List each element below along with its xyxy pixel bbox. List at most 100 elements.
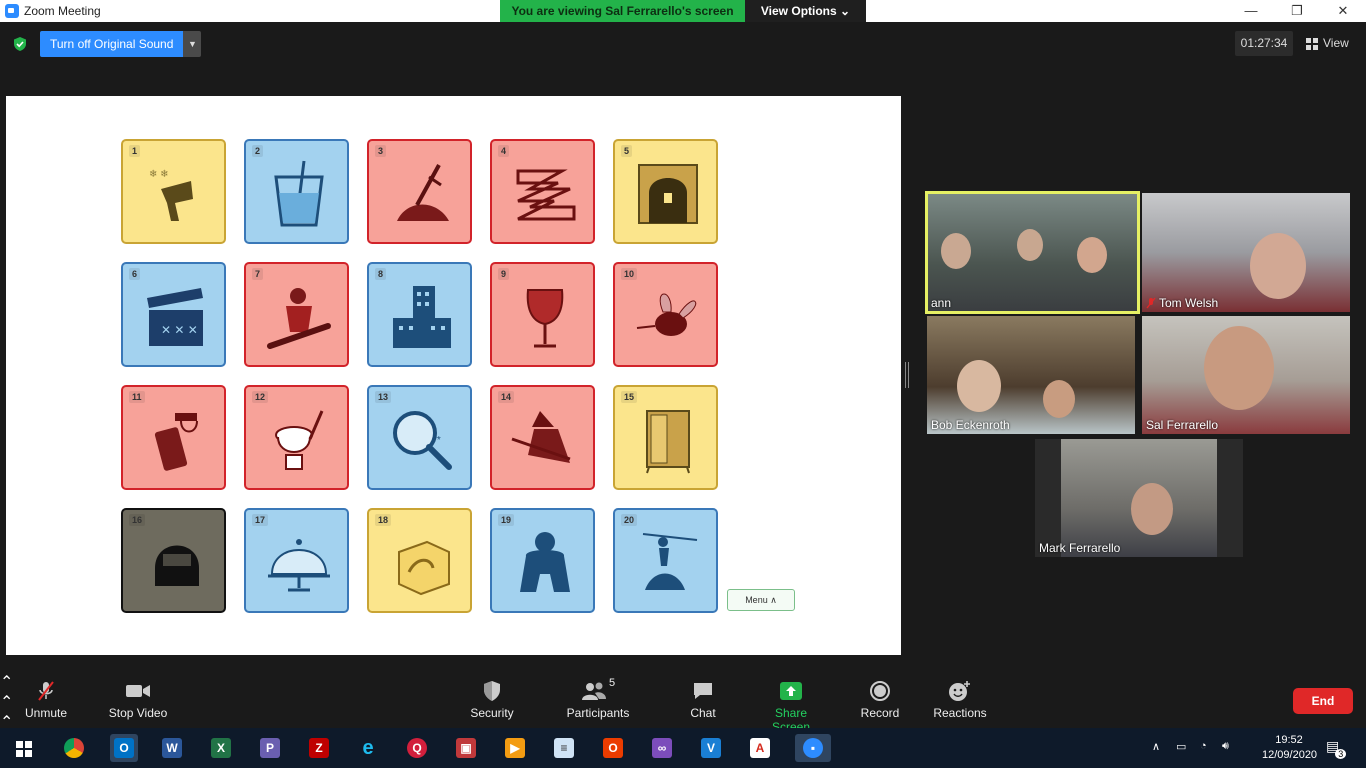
acrobat-app[interactable]: A: [746, 734, 774, 762]
record-icon: [870, 681, 890, 701]
helmet-icon: [155, 545, 199, 586]
board-tile-18[interactable]: 18: [367, 508, 472, 613]
video-tile-sal-ferrarello[interactable]: Sal Ferrarello: [1142, 316, 1350, 434]
media-player-app[interactable]: ▶: [501, 734, 529, 762]
quicken-app[interactable]: Q: [403, 734, 431, 762]
window-title: Zoom Meeting: [24, 4, 101, 18]
end-meeting-button[interactable]: End: [1293, 688, 1353, 714]
stop-video-label: Stop Video: [108, 706, 168, 720]
board-tile-4[interactable]: 4: [490, 139, 595, 244]
bee-icon: [636, 293, 697, 336]
video-tile-ann[interactable]: ann: [925, 191, 1140, 314]
minimize-button[interactable]: —: [1228, 0, 1274, 22]
participant-face: [1077, 237, 1107, 273]
board-tile-16[interactable]: 16: [121, 508, 226, 613]
board-tile-14[interactable]: 14: [490, 385, 595, 490]
participant-name: Sal Ferrarello: [1146, 418, 1218, 432]
board-tile-5[interactable]: 5: [613, 139, 718, 244]
board-tile-17[interactable]: 17: [244, 508, 349, 613]
participant-face: [1017, 229, 1043, 261]
chat-button[interactable]: Chat: [684, 680, 722, 720]
stop-video-button[interactable]: Stop Video: [105, 680, 171, 720]
original-sound-control: Turn off Original Sound ▼: [40, 31, 202, 57]
svg-text:❄ ❄: ❄ ❄: [149, 169, 169, 180]
board-tile-12[interactable]: 12: [244, 385, 349, 490]
reactions-label: Reactions: [933, 706, 987, 720]
visual-studio-icon: ∞: [652, 738, 672, 758]
excel-app[interactable]: X: [207, 734, 235, 762]
filezilla-icon: Z: [309, 738, 329, 758]
view-options-button[interactable]: View Options ⌄: [745, 0, 866, 22]
menu-button[interactable]: Menu ∧: [727, 589, 795, 611]
audio-options-caret-icon[interactable]: ⌃: [0, 672, 1366, 692]
taskbar-clock[interactable]: 19:52 12/09/2020: [1262, 733, 1317, 763]
close-button[interactable]: ✕: [1320, 0, 1366, 22]
participants-icon: [581, 682, 606, 700]
view-button[interactable]: View: [1306, 31, 1349, 56]
participant-name: Mark Ferrarello: [1039, 541, 1120, 555]
grid-view-icon: [1306, 37, 1318, 50]
unmute-button[interactable]: Unmute: [18, 680, 74, 720]
board-tile-20[interactable]: 20: [613, 508, 718, 613]
vmware-app[interactable]: V: [697, 734, 725, 762]
board-tile-2[interactable]: 2: [244, 139, 349, 244]
witch-broom-icon: [511, 411, 571, 463]
security-shield-icon: [484, 681, 500, 701]
photo-gallery-app[interactable]: ▣: [452, 734, 480, 762]
video-tile-tom-welsh[interactable]: Tom Welsh: [1142, 193, 1350, 312]
participant-face: [1250, 233, 1306, 299]
chrome-app[interactable]: [60, 734, 88, 762]
chrome-icon: [64, 738, 84, 758]
panel-splitter-handle[interactable]: [905, 362, 909, 388]
muted-mic-icon: [1146, 297, 1156, 309]
security-button[interactable]: Security: [466, 680, 518, 720]
internet-explorer-icon: e: [362, 737, 374, 759]
filezilla-app[interactable]: Z: [305, 734, 333, 762]
board-tile-19[interactable]: 19: [490, 508, 595, 613]
start-button[interactable]: [10, 734, 38, 762]
snowboarder-icon: [267, 288, 331, 349]
visual-studio-app[interactable]: ∞: [648, 734, 676, 762]
video-tile-bob-eckenroth[interactable]: Bob Eckenroth: [927, 316, 1135, 434]
board-tile-10[interactable]: 10: [613, 262, 718, 367]
outlook-app[interactable]: O: [110, 734, 138, 762]
volume-icon[interactable]: 🔊︎: [1222, 740, 1229, 768]
board-tile-6[interactable]: 6 ✕ ✕ ✕: [121, 262, 226, 367]
record-label: Record: [860, 706, 900, 720]
participants-button[interactable]: 5 Participants: [565, 677, 631, 720]
notepad-app[interactable]: ≡: [550, 734, 578, 762]
board-tile-9[interactable]: 9: [490, 262, 595, 367]
board-tile-13[interactable]: 13 **: [367, 385, 472, 490]
show-hidden-icons-chevron-icon[interactable]: ∧: [1152, 740, 1160, 768]
video-options-caret-icon[interactable]: ⌃: [0, 692, 1366, 712]
tile-number: 15: [621, 391, 638, 403]
tile-number: 18: [375, 514, 392, 526]
zoom-app[interactable]: ▪: [795, 734, 831, 762]
board-tile-1[interactable]: 1 ❄ ❄: [121, 139, 226, 244]
board-tile-7[interactable]: 7: [244, 262, 349, 367]
original-sound-button[interactable]: Turn off Original Sound: [40, 31, 184, 57]
magnifier-icon: **: [393, 411, 452, 470]
reactions-button[interactable]: Reactions: [931, 680, 989, 720]
encryption-shield-icon[interactable]: [12, 36, 28, 52]
wardrobe-icon: [646, 410, 690, 474]
record-button[interactable]: Record: [858, 680, 902, 720]
board-tile-3[interactable]: 3: [367, 139, 472, 244]
share-screen-button[interactable]: Share Screen: [755, 680, 827, 734]
publisher-icon: P: [260, 738, 280, 758]
internet-explorer-app[interactable]: e: [354, 734, 382, 762]
board-tile-8[interactable]: 8: [367, 262, 472, 367]
maximize-button[interactable]: ❐: [1274, 0, 1320, 22]
tile-number: 3: [375, 145, 387, 157]
wifi-icon[interactable]: ◔: [1200, 740, 1207, 768]
office-app[interactable]: O: [599, 734, 627, 762]
video-tile-mark-ferrarello[interactable]: Mark Ferrarello: [1035, 439, 1243, 557]
publisher-app[interactable]: P: [256, 734, 284, 762]
word-app[interactable]: W: [158, 734, 186, 762]
meet-now-icon[interactable]: ▭: [1176, 740, 1186, 768]
original-sound-caret-icon[interactable]: ▼: [183, 31, 202, 57]
action-center-icon[interactable]: ▤3: [1326, 738, 1347, 768]
board-tile-11[interactable]: 11: [121, 385, 226, 490]
sword-in-hay-icon: [397, 164, 449, 221]
board-tile-15[interactable]: 15: [613, 385, 718, 490]
